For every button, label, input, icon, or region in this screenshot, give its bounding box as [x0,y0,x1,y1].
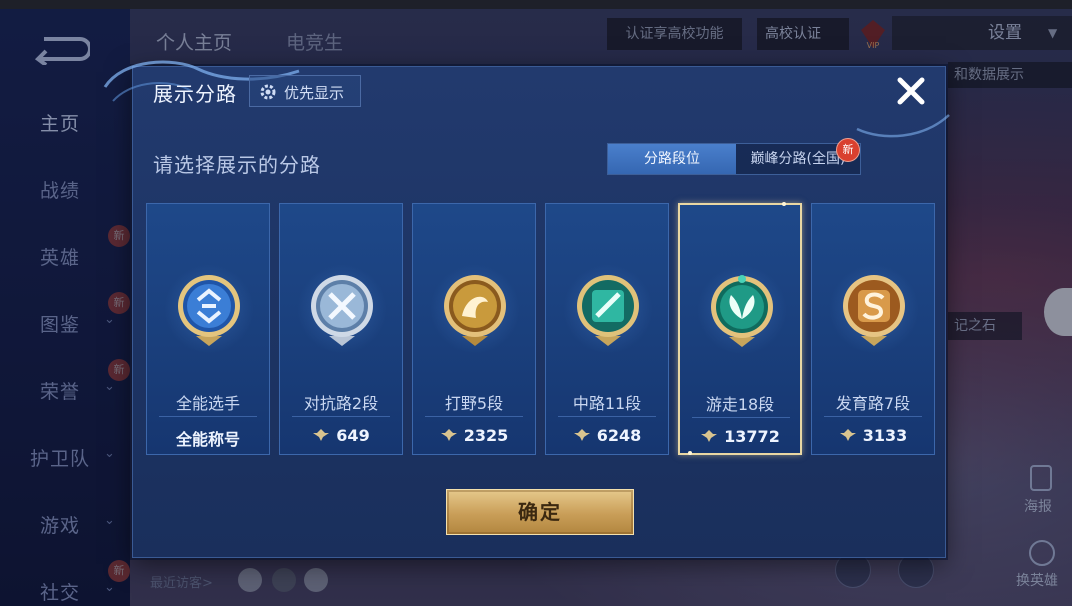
card-divider [425,416,523,417]
points-icon [313,429,330,441]
new-badge: 新 [836,138,860,162]
points-icon [440,429,457,441]
lane-card-jungle[interactable]: 打野5段 2325 [412,203,536,455]
jungle-emblem-icon [444,275,506,346]
select-lane-prompt: 请选择展示的分路 [153,153,321,177]
lane-label: 中路11段 [572,394,642,413]
lane-points-row: 6248 [546,426,668,445]
selection-corner-spark [688,451,692,455]
all-round-emblem-icon [178,275,240,346]
selection-corner-spark [782,202,786,206]
card-divider [692,417,790,418]
lane-card-roam[interactable]: 游走18段 13772 [678,202,802,455]
lane-card-all-round[interactable]: 全能选手 全能称号 [146,203,270,455]
card-divider [558,416,656,417]
close-icon[interactable] [893,73,929,109]
lane-label: 对抗路2段 [303,394,379,413]
farm-lane-emblem-icon [843,275,905,346]
lane-mode-segmented-control: 分路段位 巅峰分路(全国) 新 [607,138,861,175]
lane-label: 发育路7段 [835,394,911,413]
lane-card-clash[interactable]: 对抗路2段 649 [279,203,403,455]
card-divider [292,416,390,417]
lane-card-mid[interactable]: 中路11段 6248 [545,203,669,455]
lane-title-value: 全能称号 [175,430,240,449]
points-icon [839,429,856,441]
lane-points-value: 3133 [862,426,908,445]
lane-points-row: 649 [280,426,402,445]
lane-points-row: 13772 [680,427,800,446]
confirm-button[interactable]: 确定 [446,489,634,535]
card-divider [824,416,922,417]
lane-label: 全能选手 [175,394,240,413]
points-icon [701,430,718,442]
clash-lane-emblem-icon [311,275,373,346]
lane-label: 游走18段 [705,395,775,414]
priority-display-label: 优先显示 [284,84,345,102]
tab-lane-rank[interactable]: 分路段位 [608,144,736,174]
lane-display-dialog: 展示分路 优先显示 请选择展示的分路 分路段位 巅峰分路(全国) 新 全能选手 … [103,60,950,558]
lane-points-value: 13772 [724,427,780,446]
lane-points-value: 649 [336,426,370,445]
mid-lane-emblem-icon [577,275,639,346]
card-divider [159,416,257,417]
priority-display-button[interactable]: 优先显示 [249,75,361,107]
lane-points-value: 6248 [596,426,642,445]
lane-label: 打野5段 [444,394,504,413]
lane-points-row: 2325 [413,426,535,445]
roam-emblem-icon [711,275,773,347]
gear-icon [260,84,276,100]
points-icon [573,429,590,441]
lane-points-row: 3133 [812,426,934,445]
dialog-title: 展示分路 [153,82,237,106]
lane-card-farm[interactable]: 发育路7段 3133 [811,203,935,455]
lane-points-value: 2325 [463,426,509,445]
